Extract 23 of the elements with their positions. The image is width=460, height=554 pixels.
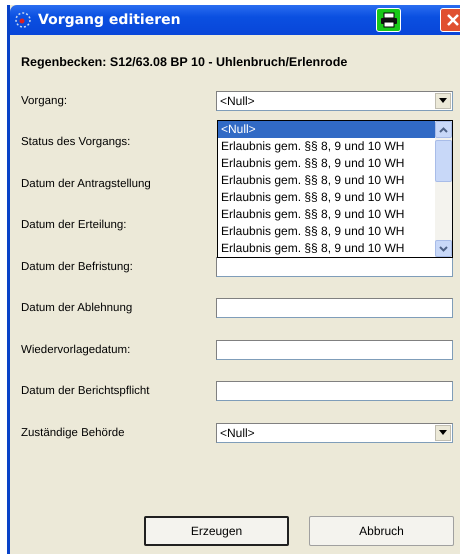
dropdown-option[interactable]: Erlaubnis gem. §§ 8, 9 und 10 WH	[218, 155, 435, 172]
dropdown-option[interactable]: Erlaubnis gem. §§ 8, 9 und 10 WH	[218, 172, 435, 189]
dropdown-field[interactable]: <Null>	[216, 90, 453, 111]
dropdown-option[interactable]: Erlaubnis gem. §§ 8, 9 und 10 WH	[218, 138, 435, 155]
dropdown-option[interactable]: <Null>	[218, 121, 435, 138]
field-label: Zuständige Behörde	[21, 426, 126, 439]
dropdown-option[interactable]: Erlaubnis gem. §§ 8, 9 und 10 WH	[218, 240, 435, 257]
field-label: Vorgang:	[21, 94, 68, 107]
field-label: Datum der Ablehnung	[21, 302, 134, 314]
record-heading: Regenbecken: S12/63.08 BP 10 - Uhlenbruch/Erlenrode	[21, 54, 348, 70]
field-label: Status des Vorgangs:	[21, 136, 132, 148]
dialog-button[interactable]: Erzeugen	[144, 516, 289, 546]
window-title: Vorgang editieren	[38, 12, 182, 28]
dropdown-option[interactable]: Erlaubnis gem. §§ 8, 9 und 10 WH	[218, 189, 435, 206]
dialog-button[interactable]: Abbruch	[309, 516, 454, 546]
field-label: Datum der Befristung:	[21, 260, 134, 273]
dropdown-option[interactable]: Erlaubnis gem. §§ 8, 9 und 10 WH	[218, 223, 435, 240]
dropdown-field[interactable]: <Null>	[216, 422, 453, 443]
field-label: Wiedervorlagedatum:	[21, 344, 132, 356]
dropdown-option[interactable]: Erlaubnis gem. §§ 8, 9 und 10 WH	[218, 206, 435, 223]
field-label: Datum der Antragstellung	[21, 178, 152, 190]
field-label: Datum der Erteilung:	[21, 219, 128, 232]
field-label: Datum der Berichtspflicht	[21, 385, 150, 398]
